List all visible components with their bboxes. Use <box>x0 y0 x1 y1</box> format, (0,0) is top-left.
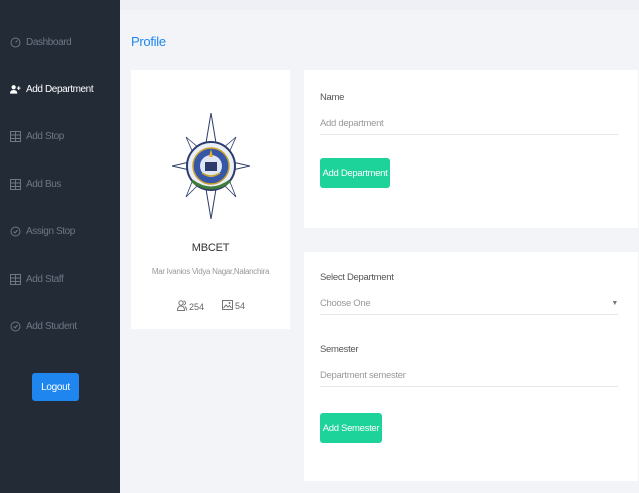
sidebar-item-add-bus[interactable]: Add Bus <box>10 175 61 193</box>
sidebar-item-add-stop[interactable]: Add Stop <box>10 127 64 145</box>
sidebar-item-label: Add Student <box>26 320 77 332</box>
sidebar-item-dashboard[interactable]: Dashboard <box>10 33 72 51</box>
department-select[interactable]: Choose One ▼ <box>320 294 618 315</box>
table-icon <box>10 130 21 142</box>
sidebar-item-label: Assign Stop <box>26 225 75 237</box>
images-count: 54 <box>235 301 246 311</box>
circle-check-icon <box>10 226 21 237</box>
add-department-card: Name Add department Add Department <box>304 70 638 228</box>
department-select-value: Choose One <box>320 298 371 309</box>
dashboard-icon <box>10 37 21 48</box>
add-semester-card: Select Department Choose One ▼ Semester … <box>304 252 638 481</box>
page-title: Profile <box>131 34 166 49</box>
add-semester-button[interactable]: Add Semester <box>320 413 382 443</box>
select-department-label: Select Department <box>320 272 394 283</box>
add-user-icon <box>10 84 21 95</box>
sidebar-item-add-student[interactable]: Add Student <box>10 317 77 335</box>
people-count: 254 <box>189 301 205 312</box>
name-label: Name <box>320 92 345 103</box>
sidebar-item-assign-stop[interactable]: Assign Stop <box>10 222 75 240</box>
sidebar-item-label: Add Bus <box>26 178 62 190</box>
sidebar-item-label: Add Department <box>26 83 94 95</box>
sidebar-item-add-staff[interactable]: Add Staff <box>10 270 64 288</box>
circle-check-icon <box>10 321 21 332</box>
top-bar <box>120 0 639 10</box>
chevron-down-icon: ▼ <box>611 300 618 307</box>
table-icon <box>10 178 21 190</box>
college-address: Mar Ivanios Vidya Nagar,Nalanchira <box>151 267 270 276</box>
department-name-input[interactable]: Add department <box>320 114 618 135</box>
logout-button[interactable]: Logout <box>32 373 79 401</box>
sidebar-item-label: Add Stop <box>26 130 64 142</box>
sidebar: Dashboard Add Department Add Stop Add Bu… <box>0 0 120 493</box>
sidebar-item-label: Add Staff <box>26 273 64 285</box>
profile-card: MBCET Mar Ivanios Vidya Nagar,Nalanchira… <box>131 70 290 329</box>
semester-label: Semester <box>320 344 359 355</box>
sidebar-item-add-department[interactable]: Add Department <box>10 80 94 98</box>
sidebar-item-label: Dashboard <box>26 36 72 48</box>
college-name: MBCET <box>191 242 230 254</box>
people-icon <box>176 300 187 313</box>
image-icon <box>222 300 233 312</box>
people-stat: 254 <box>176 300 205 313</box>
add-department-button[interactable]: Add Department <box>320 158 390 188</box>
table-icon <box>10 273 21 285</box>
college-logo <box>172 113 250 219</box>
semester-input[interactable]: Department semester <box>320 366 618 387</box>
images-stat: 54 <box>222 300 245 312</box>
